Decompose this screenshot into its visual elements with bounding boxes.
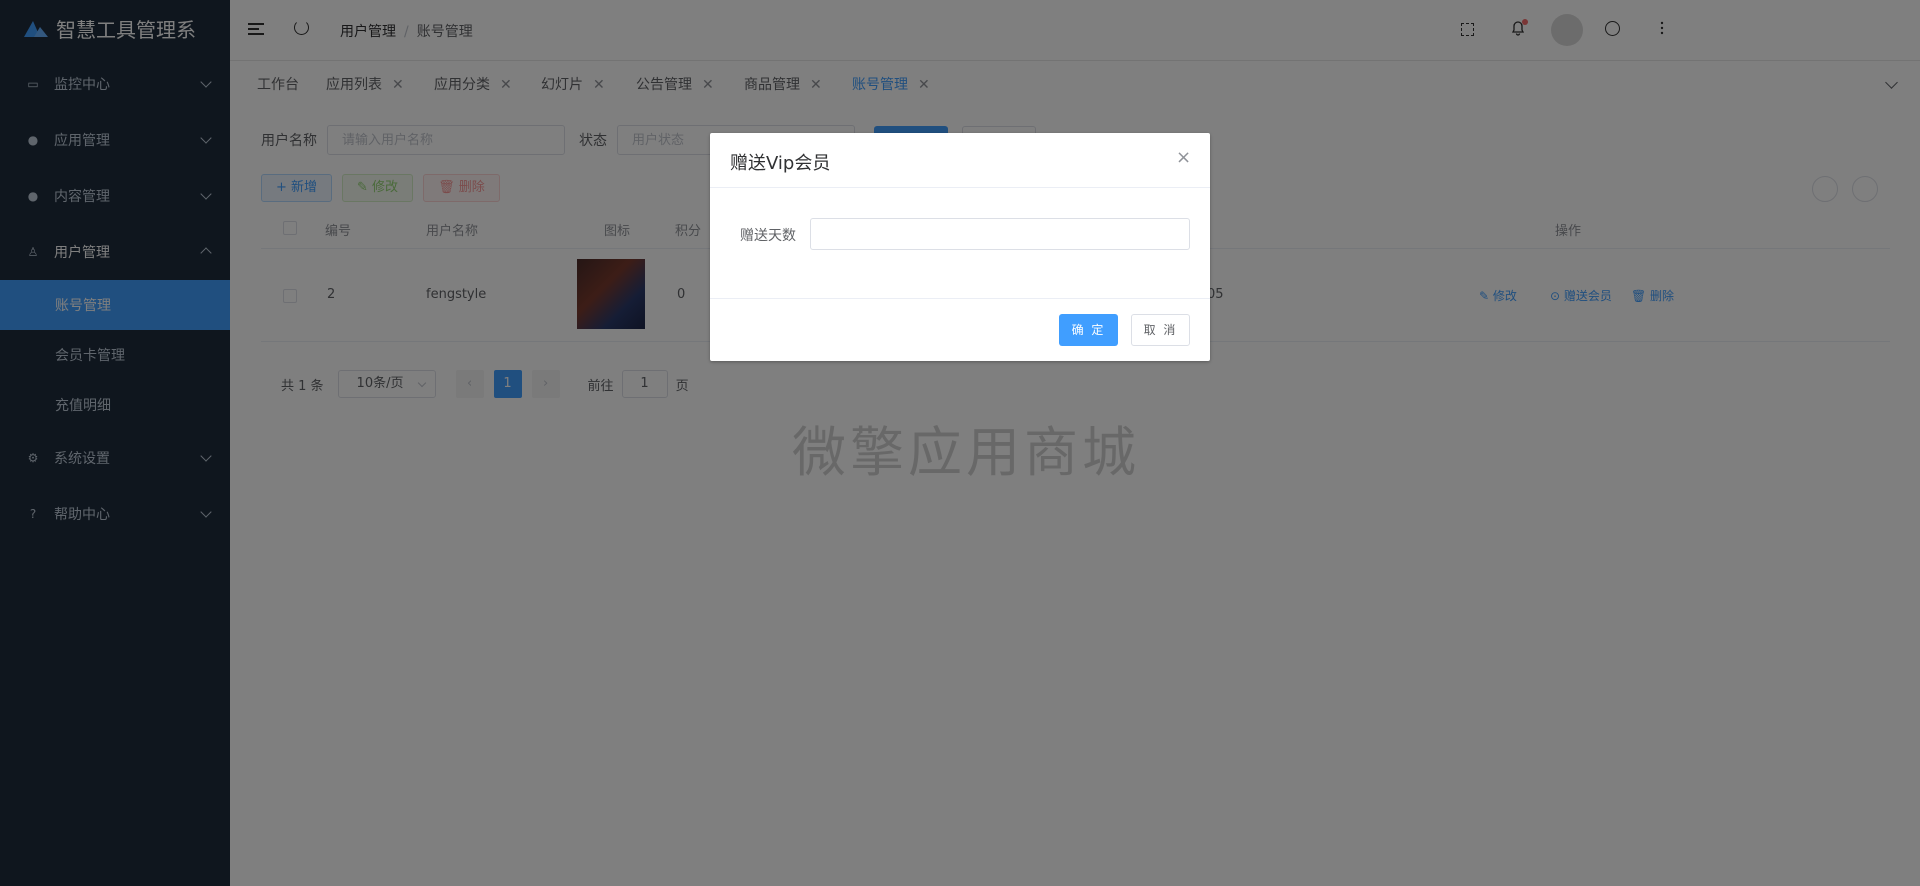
dialog-title: 赠送Vip会员	[730, 153, 831, 174]
days-input[interactable]	[810, 218, 1190, 250]
dialog-divider	[710, 187, 1210, 188]
close-icon[interactable]: ×	[1176, 149, 1191, 167]
confirm-button[interactable]: 确 定	[1059, 314, 1118, 346]
gift-vip-dialog: 赠送Vip会员 × 赠送天数 确 定 取 消	[710, 133, 1210, 361]
watermark-text: 微擎应用商城	[792, 421, 1140, 484]
days-label: 赠送天数	[740, 228, 796, 244]
cancel-button[interactable]: 取 消	[1131, 314, 1190, 346]
dialog-divider	[710, 298, 1210, 299]
